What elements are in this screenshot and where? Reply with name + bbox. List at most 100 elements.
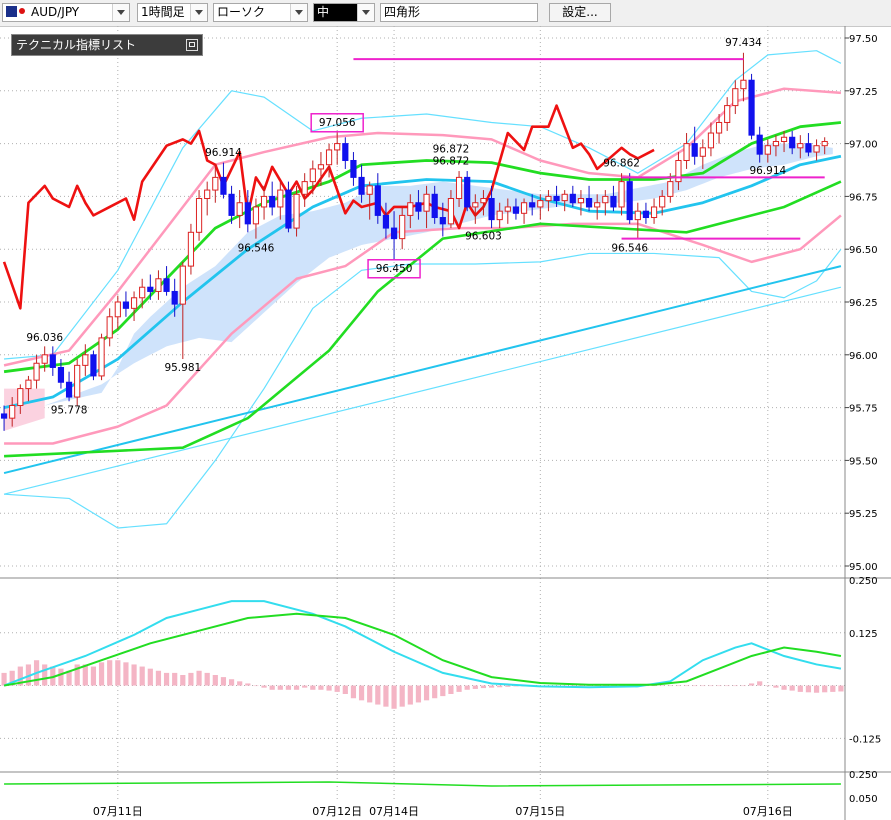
- price-annotation: 97.434: [725, 37, 762, 49]
- bottom-tick-label: 0.250: [849, 770, 878, 781]
- chevron-down-icon[interactable]: [190, 4, 207, 21]
- macd-histogram-bar: [732, 685, 738, 687]
- macd-histogram-bar: [172, 672, 178, 686]
- drawing-shape-field[interactable]: 四角形: [380, 3, 538, 22]
- candle: [130, 291, 138, 322]
- chart-type-select[interactable]: ローソク: [213, 3, 308, 22]
- candle-body: [610, 195, 617, 208]
- candle: [683, 133, 690, 169]
- candle-body: [659, 195, 666, 208]
- candle-body: [626, 181, 633, 221]
- candle: [187, 223, 195, 275]
- price-annotation: 96.036: [26, 332, 63, 344]
- restore-icon[interactable]: [186, 39, 198, 51]
- candle: [90, 350, 97, 381]
- candle-body: [122, 301, 130, 309]
- candle: [122, 291, 130, 317]
- candle: [236, 190, 243, 229]
- chevron-down-icon[interactable]: [112, 4, 129, 21]
- indicator-lines: [2, 50, 842, 529]
- candle-body: [447, 198, 455, 225]
- macd-histogram-bar: [505, 685, 511, 687]
- price-annotation: 96.872: [433, 156, 470, 168]
- macd-histogram-bar: [326, 685, 332, 691]
- currency-pair-select[interactable]: AUD/JPY: [2, 3, 130, 22]
- candle: [155, 270, 162, 300]
- candle-body: [464, 176, 471, 208]
- candle: [98, 333, 105, 381]
- candle-body: [797, 143, 804, 149]
- candle-body: [399, 214, 406, 240]
- line-weight-select[interactable]: 中: [313, 3, 375, 22]
- macd-histogram-bar: [302, 685, 308, 688]
- macd-histogram-bar: [123, 662, 129, 686]
- macd-histogram-bar: [700, 685, 706, 687]
- candle-body: [618, 181, 625, 208]
- price-tick-label: 95.00: [849, 562, 878, 573]
- price-axis: 97.50 97.25 97.00 96.75 96.50 96.25 96.00 95.75…: [845, 34, 878, 573]
- macd-histogram-bar: [147, 668, 153, 686]
- candle-body: [585, 198, 593, 208]
- candle-body: [212, 176, 219, 191]
- candle-body: [813, 145, 820, 153]
- candle-body: [114, 301, 121, 318]
- bottom-indicator-line: [4, 781, 841, 787]
- candle-body: [155, 278, 162, 292]
- chevron-down-icon[interactable]: [357, 4, 374, 21]
- macd-histogram-bar: [90, 666, 97, 686]
- candle-body: [163, 278, 170, 292]
- candle-body: [691, 143, 698, 157]
- macd-histogram-bar: [334, 685, 340, 692]
- price-annotation: 96.546: [238, 242, 275, 254]
- candle-body: [317, 164, 325, 170]
- candle-body: [179, 265, 186, 305]
- price-tick-label: 96.50: [849, 245, 878, 256]
- candle: [464, 171, 471, 212]
- cloud-area: [4, 143, 833, 423]
- macd-histogram-bar: [667, 685, 673, 687]
- candle: [585, 185, 593, 212]
- candle: [114, 295, 121, 330]
- macd-tick-label: 0.125: [849, 629, 878, 640]
- timeframe-select[interactable]: 1時間足: [137, 3, 208, 22]
- candle-body: [594, 202, 601, 208]
- candle-body: [764, 145, 771, 155]
- macd-histogram-bar: [692, 685, 698, 687]
- candle-body: [350, 159, 357, 178]
- candle: [301, 173, 308, 207]
- candle-body: [309, 168, 316, 183]
- candle-body: [106, 316, 113, 339]
- candle: [350, 152, 357, 186]
- macd-histogram-bar: [367, 685, 373, 703]
- candle-body: [33, 362, 40, 381]
- candle: [269, 181, 276, 216]
- candle-body: [472, 202, 479, 208]
- macd-histogram-bar: [293, 685, 300, 690]
- candle-body: [204, 189, 211, 200]
- candle-body: [382, 214, 390, 229]
- candle-body: [187, 231, 195, 267]
- candle-body: [675, 159, 682, 183]
- panel-title: テクニカル指標リスト: [16, 38, 137, 52]
- candle-body: [0, 413, 8, 419]
- candle: [691, 126, 698, 165]
- candle: [277, 181, 284, 220]
- macd-histogram-bar: [188, 672, 194, 686]
- price-tick-label: 97.25: [849, 87, 878, 98]
- candle-body: [683, 143, 690, 161]
- settings-button[interactable]: 設定...: [549, 3, 611, 22]
- candlesticks: [0, 52, 828, 431]
- candle-body: [285, 189, 292, 229]
- candle-body: [805, 143, 812, 153]
- macd-histogram-bar: [724, 685, 730, 687]
- candle-body: [147, 286, 154, 292]
- macd-histogram-bar: [822, 685, 828, 693]
- bollinger-inner-lower: [4, 214, 842, 445]
- candle-body: [195, 198, 203, 233]
- technical-indicator-panel[interactable]: テクニカル指標リスト: [11, 34, 203, 56]
- macd-histogram-bar: [253, 685, 259, 687]
- chevron-down-icon[interactable]: [290, 4, 307, 21]
- candle-body: [667, 181, 674, 197]
- candle-body: [342, 143, 349, 161]
- chart-area: 96.036 95.778 95.981 96.914 96.546 97.056 96.4…: [0, 26, 891, 820]
